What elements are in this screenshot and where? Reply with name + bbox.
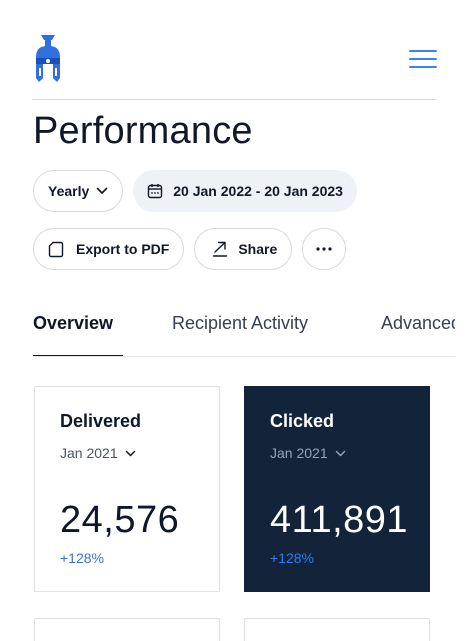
card-value: 24,576 xyxy=(60,499,180,541)
share-arrow-icon xyxy=(213,241,228,257)
tab-bar: Overview Recipient Activity Advanced xyxy=(33,305,455,357)
active-tab-indicator xyxy=(33,355,123,356)
card-value: 411,891 xyxy=(270,499,409,541)
tab-advanced[interactable]: Advanced xyxy=(381,313,455,334)
ellipsis-icon xyxy=(316,247,332,251)
stat-card-delivered[interactable]: Delivered Jan 2021 24,576 +128% xyxy=(34,386,220,592)
card-period-select[interactable]: Jan 2021 xyxy=(60,445,136,461)
period-select[interactable]: Yearly xyxy=(33,170,124,212)
export-pdf-label: Export to PDF xyxy=(76,241,170,257)
document-icon xyxy=(48,241,64,257)
chevron-down-icon xyxy=(335,450,345,456)
page-title: Performance xyxy=(33,110,253,152)
card-change: +128% xyxy=(270,550,314,566)
stat-card-clicked[interactable]: Clicked Jan 2021 411,891 +128% xyxy=(244,386,430,592)
hamburger-menu-icon[interactable] xyxy=(409,50,437,70)
more-options-button[interactable] xyxy=(302,228,347,270)
filters-row: Yearly 20 Jan 2022 - 20 Jan 2023 xyxy=(33,170,357,212)
chevron-down-icon xyxy=(125,450,135,456)
card-title: Clicked xyxy=(270,411,335,431)
tab-overview[interactable]: Overview xyxy=(33,313,113,334)
export-pdf-button[interactable]: Export to PDF xyxy=(33,228,185,270)
actions-row: Export to PDF Share xyxy=(33,228,347,270)
stat-card-partial[interactable] xyxy=(244,618,430,641)
calendar-icon xyxy=(148,184,163,199)
stat-card-partial[interactable] xyxy=(34,618,220,641)
period-select-value: Yearly xyxy=(48,183,90,199)
date-range-value: 20 Jan 2022 - 20 Jan 2023 xyxy=(173,183,343,199)
top-bar xyxy=(32,28,437,100)
card-period-value: Jan 2021 xyxy=(270,445,328,461)
card-period-select[interactable]: Jan 2021 xyxy=(270,445,346,461)
card-period-value: Jan 2021 xyxy=(60,445,118,461)
card-change: +128% xyxy=(60,550,104,566)
spartan-helmet-icon[interactable] xyxy=(32,32,64,82)
share-label: Share xyxy=(238,241,278,257)
share-button[interactable]: Share xyxy=(194,228,293,270)
date-range-picker[interactable]: 20 Jan 2022 - 20 Jan 2023 xyxy=(133,170,357,212)
card-title: Delivered xyxy=(60,411,142,431)
chevron-down-icon xyxy=(96,187,108,194)
tab-recipient-activity[interactable]: Recipient Activity xyxy=(172,313,308,334)
